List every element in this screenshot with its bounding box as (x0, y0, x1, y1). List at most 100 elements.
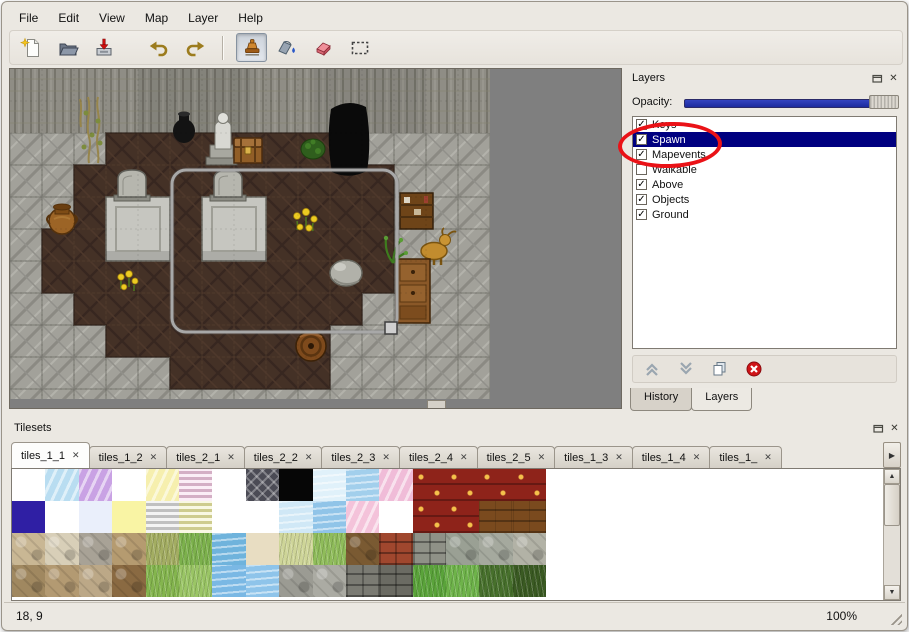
layer-visibility-checkbox[interactable] (636, 164, 647, 175)
tileset-tile[interactable] (346, 469, 379, 501)
tileset-tile[interactable] (12, 469, 45, 501)
tileset-tab-tiles_1_4[interactable]: tiles_1_4✕ (632, 446, 711, 468)
undo-button[interactable] (143, 33, 174, 62)
tileset-scrollbar[interactable]: ▲ ▼ (883, 469, 900, 600)
tileset-tile[interactable] (379, 469, 412, 501)
tileset-tile[interactable] (346, 565, 379, 597)
tileset-tile[interactable] (212, 565, 245, 597)
tileset-tile[interactable] (379, 501, 412, 533)
tileset-tile[interactable] (346, 501, 379, 533)
tileset-tile[interactable] (413, 501, 446, 533)
fill-tool-button[interactable] (272, 33, 303, 62)
layer-row-walkable[interactable]: Walkable (633, 162, 896, 177)
tileset-tile[interactable] (45, 469, 78, 501)
tileset-tab-tiles_1_2[interactable]: tiles_1_2✕ (89, 446, 168, 468)
tileset-tile[interactable] (79, 533, 112, 565)
tileset-tab-tiles_2_1[interactable]: tiles_2_1✕ (166, 446, 245, 468)
tileset-tile[interactable] (513, 501, 546, 533)
tileset-tile[interactable] (45, 565, 78, 597)
close-tab-icon[interactable]: ✕ (305, 452, 313, 463)
close-tab-icon[interactable]: ✕ (227, 452, 235, 463)
tileset-tile[interactable] (379, 565, 412, 597)
tileset-tile[interactable] (79, 565, 112, 597)
tileset-tile[interactable] (413, 565, 446, 597)
tileset-tile[interactable] (413, 469, 446, 501)
layer-visibility-checkbox[interactable]: ✓ (636, 209, 647, 220)
tileset-tile[interactable] (313, 469, 346, 501)
close-tab-icon[interactable]: ✕ (764, 452, 772, 463)
scroll-up-button[interactable]: ▲ (884, 469, 900, 484)
tileset-tile[interactable] (45, 501, 78, 533)
layer-visibility-checkbox[interactable]: ✓ (636, 119, 647, 130)
tileset-tile[interactable] (479, 501, 512, 533)
tileset-tile[interactable] (246, 565, 279, 597)
tileset-tile[interactable] (279, 533, 312, 565)
close-panel-button[interactable]: ✕ (887, 72, 900, 85)
tileset-tile[interactable] (212, 533, 245, 565)
tileset-tile[interactable] (79, 501, 112, 533)
tileset-tile[interactable] (45, 533, 78, 565)
tileset-tile[interactable] (146, 533, 179, 565)
opacity-slider[interactable] (684, 94, 899, 110)
tileset-tile[interactable] (513, 469, 546, 501)
tileset-tile[interactable] (479, 533, 512, 565)
menu-help[interactable]: Help (229, 8, 272, 28)
tileset-tile[interactable] (246, 469, 279, 501)
close-tab-icon[interactable]: ✕ (382, 452, 390, 463)
tileset-tile[interactable] (513, 533, 546, 565)
open-button[interactable] (52, 33, 83, 62)
raise-layer-button[interactable] (640, 357, 664, 381)
tileset-tab-tiles_2_3[interactable]: tiles_2_3✕ (321, 446, 400, 468)
tileset-tile[interactable] (279, 565, 312, 597)
tileset-tile[interactable] (246, 501, 279, 533)
redo-button[interactable] (179, 33, 210, 62)
close-tilesets-button[interactable]: ✕ (888, 422, 901, 435)
stamp-tool-button[interactable] (236, 33, 267, 62)
tileset-tile[interactable] (413, 533, 446, 565)
close-tab-icon[interactable]: ✕ (150, 452, 158, 463)
tileset-tile[interactable] (379, 533, 412, 565)
opacity-slider-track[interactable] (684, 99, 897, 108)
tileset-tile[interactable] (246, 533, 279, 565)
tileset-tile[interactable] (479, 469, 512, 501)
close-tab-icon[interactable]: ✕ (693, 452, 701, 463)
tileset-tile[interactable] (446, 565, 479, 597)
layer-row-above[interactable]: ✓Above (633, 177, 896, 192)
tab-history[interactable]: History (630, 388, 692, 411)
layer-visibility-checkbox[interactable]: ✓ (636, 149, 647, 160)
tab-layers[interactable]: Layers (691, 388, 752, 411)
tileset-tile[interactable] (12, 533, 45, 565)
tileset-tile[interactable] (146, 565, 179, 597)
tileset-tile[interactable] (179, 501, 212, 533)
tileset-tile[interactable] (479, 565, 512, 597)
map-canvas[interactable] (10, 69, 490, 399)
tileset-tile[interactable] (146, 469, 179, 501)
tileset-tile[interactable] (146, 501, 179, 533)
opacity-slider-handle[interactable] (869, 95, 899, 109)
tileset-tile[interactable] (446, 533, 479, 565)
tileset-tile[interactable] (112, 469, 145, 501)
tileset-tile[interactable] (12, 501, 45, 533)
tileset-tile[interactable] (179, 533, 212, 565)
close-tab-icon[interactable]: ✕ (72, 450, 80, 461)
tileset-tile[interactable] (313, 565, 346, 597)
tileset-tab-tiles_2_5[interactable]: tiles_2_5✕ (477, 446, 556, 468)
scroll-down-button[interactable]: ▼ (884, 585, 900, 600)
close-tab-icon[interactable]: ✕ (460, 452, 468, 463)
menu-map[interactable]: Map (136, 8, 177, 28)
menu-file[interactable]: File (10, 8, 47, 28)
scroll-tabs-right-button[interactable]: ▶ (883, 442, 901, 468)
resize-grip[interactable] (888, 611, 902, 625)
eraser-tool-button[interactable] (308, 33, 339, 62)
scrollbar-thumb[interactable] (884, 484, 900, 526)
float-tilesets-button[interactable] (872, 422, 885, 435)
tileset-tile[interactable] (12, 565, 45, 597)
tileset-tile[interactable] (313, 501, 346, 533)
selection-resize-handle[interactable] (385, 322, 397, 334)
tileset-tile[interactable] (313, 533, 346, 565)
tileset-tile[interactable] (446, 501, 479, 533)
tileset-tab-tiles_2_4[interactable]: tiles_2_4✕ (399, 446, 478, 468)
layer-visibility-checkbox[interactable]: ✓ (636, 194, 647, 205)
new-file-button[interactable] (16, 33, 47, 62)
menu-view[interactable]: View (90, 8, 134, 28)
